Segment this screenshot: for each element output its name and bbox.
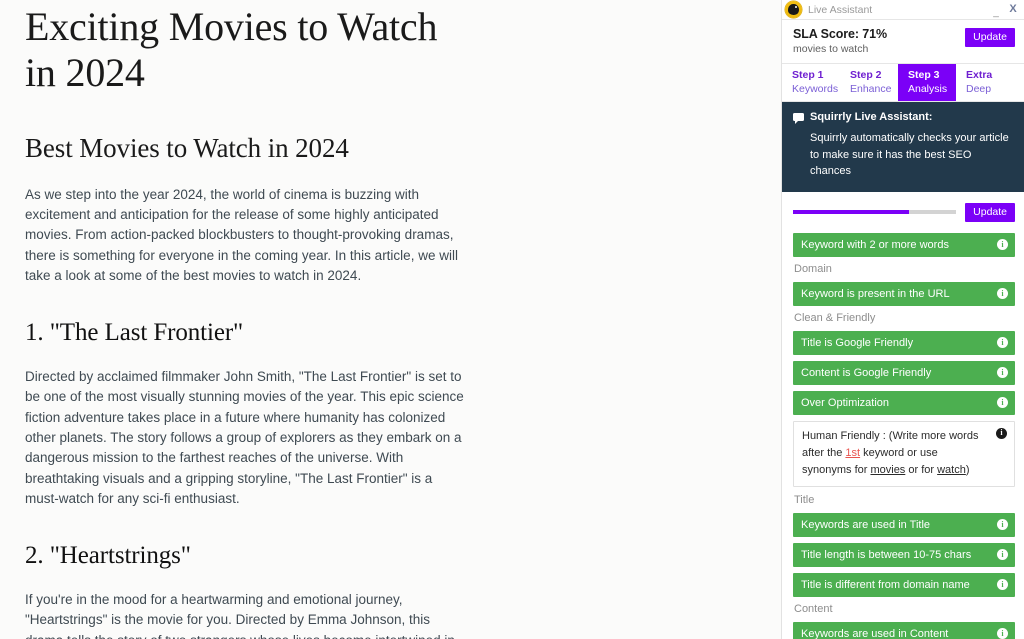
seo-check-label: Keywords are used in Content xyxy=(801,627,949,639)
tab-step-1-title: Step 1 xyxy=(792,68,824,81)
close-icon[interactable]: X xyxy=(1006,4,1020,15)
live-assistant-panel: Live Assistant _ X SLA Score: 71% movies… xyxy=(781,0,1024,639)
section-1-heading: 1. "The Last Frontier" xyxy=(25,318,244,346)
info-icon[interactable]: i xyxy=(997,239,1008,251)
tab-step-3-label: Analysis xyxy=(908,82,948,95)
seo-check-label: Title is different from domain name xyxy=(801,578,970,591)
update-button-top[interactable]: Update xyxy=(965,28,1015,48)
section-1-paragraph: Directed by acclaimed filmmaker John Smi… xyxy=(25,368,464,507)
squirrly-logo-icon xyxy=(785,1,802,18)
warning-keyword-movies[interactable]: movies xyxy=(870,464,905,476)
seo-check-row[interactable]: Content is Google Friendly i xyxy=(793,360,1015,385)
seo-check-label: Title length is between 10-75 chars xyxy=(801,548,972,561)
assistant-step-tabs: Step 1 Keywords Step 2 Enhance Step 3 An… xyxy=(782,64,1024,102)
assistant-window-title: Live Assistant xyxy=(808,3,873,16)
tab-step-3[interactable]: Step 3 Analysis xyxy=(898,64,956,101)
minimize-icon[interactable]: _ xyxy=(989,7,1003,18)
warning-text-part-4: ) xyxy=(965,463,970,476)
update-button-progress[interactable]: Update xyxy=(965,202,1015,222)
tab-step-1-label: Keywords xyxy=(792,82,839,95)
assistant-promo-box: Squirrly Live Assistant: Squirrly automa… xyxy=(782,102,1024,192)
sla-score-text: SLA Score: 71% movies to watch xyxy=(793,27,965,55)
section-2-heading: 2. "Heartstrings" xyxy=(25,541,191,569)
seo-check-row[interactable]: Keyword with 2 or more words i xyxy=(793,232,1015,257)
warning-keyword-watch[interactable]: watch xyxy=(937,464,966,476)
seo-check-row[interactable]: Title is different from domain name i xyxy=(793,572,1015,597)
info-icon[interactable]: i xyxy=(997,549,1008,561)
seo-check-row[interactable]: Keywords are used in Content i xyxy=(793,621,1015,639)
sla-progress-bar[interactable] xyxy=(793,209,957,214)
check-group-label: Title xyxy=(794,493,815,506)
tab-step-2[interactable]: Step 2 Enhance xyxy=(840,64,898,101)
sla-score-value: SLA Score: 71% xyxy=(793,27,888,41)
section-2-paragraph: If you're in the mood for a heartwarming… xyxy=(25,591,455,639)
sla-score-keyword: movies to watch xyxy=(793,43,869,55)
seo-check-label: Keyword is present in the URL xyxy=(801,287,950,300)
seo-check-label: Over Optimization xyxy=(801,396,890,409)
seo-check-row[interactable]: Title length is between 10-75 chars i xyxy=(793,542,1015,567)
warning-keyword-ordinal[interactable]: 1st xyxy=(845,447,860,459)
progress-row: Update xyxy=(782,191,1024,233)
seo-checks-list: Keyword with 2 or more words i Domain Keywo… xyxy=(782,232,1024,639)
seo-check-row[interactable]: Over Optimization i xyxy=(793,390,1015,415)
tab-extra[interactable]: Extra Deep xyxy=(956,64,1016,101)
tab-step-3-title: Step 3 xyxy=(908,68,940,81)
seo-warning-text: Human Friendly : (Write more words after… xyxy=(802,428,990,479)
check-group-label: Clean & Friendly xyxy=(794,311,876,324)
info-icon[interactable]: i xyxy=(997,397,1008,409)
app-root: Exciting Movies to Watch in 2024 Best Mo… xyxy=(0,0,1024,639)
tab-step-2-title: Step 2 xyxy=(850,68,882,81)
article-intro-paragraph: As we step into the year 2024, the world… xyxy=(25,186,458,284)
tab-extra-label: Deep xyxy=(966,82,992,95)
promo-heading-row: Squirrly Live Assistant: xyxy=(793,111,1012,124)
seo-warning-row[interactable]: Human Friendly : (Write more words after… xyxy=(793,420,1015,487)
sla-score-section: SLA Score: 71% movies to watch Update xyxy=(782,20,1024,64)
info-icon[interactable]: i xyxy=(997,337,1008,349)
seo-check-label: Keyword with 2 or more words xyxy=(801,238,949,251)
info-icon[interactable]: i xyxy=(997,579,1008,591)
seo-check-label: Content is Google Friendly xyxy=(801,366,932,379)
info-icon[interactable]: i xyxy=(997,367,1008,379)
seo-check-label: Title is Google Friendly xyxy=(801,336,914,349)
tab-extra-title: Extra xyxy=(966,68,993,81)
article-subheading: Best Movies to Watch in 2024 xyxy=(25,132,349,163)
check-group-label: Domain xyxy=(794,262,832,275)
tab-step-1[interactable]: Step 1 Keywords xyxy=(782,64,840,101)
seo-check-label: Keywords are used in Title xyxy=(801,518,931,531)
info-icon[interactable]: i xyxy=(997,628,1008,639)
seo-check-row[interactable]: Keyword is present in the URL i xyxy=(793,281,1015,306)
article-editor[interactable]: Exciting Movies to Watch in 2024 Best Mo… xyxy=(0,0,781,639)
promo-heading: Squirrly Live Assistant: xyxy=(810,111,933,123)
info-icon[interactable]: i xyxy=(996,427,1007,439)
check-group-label: Content xyxy=(794,602,833,615)
speech-bubble-icon xyxy=(793,112,804,124)
seo-check-row[interactable]: Title is Google Friendly i xyxy=(793,330,1015,355)
article-body: Exciting Movies to Watch in 2024 Best Mo… xyxy=(0,0,489,639)
seo-check-row[interactable]: Keywords are used in Title i xyxy=(793,512,1015,537)
sla-progress-fill xyxy=(793,209,909,214)
tab-step-2-label: Enhance xyxy=(850,82,892,95)
promo-body-text: Squirrly automatically checks your artic… xyxy=(810,132,1009,177)
assistant-titlebar[interactable]: Live Assistant _ X xyxy=(782,0,1024,20)
info-icon[interactable]: i xyxy=(997,288,1008,300)
warning-text-part-3: or for xyxy=(905,463,938,476)
info-icon[interactable]: i xyxy=(997,519,1008,531)
page-title: Exciting Movies to Watch in 2024 xyxy=(25,4,438,96)
